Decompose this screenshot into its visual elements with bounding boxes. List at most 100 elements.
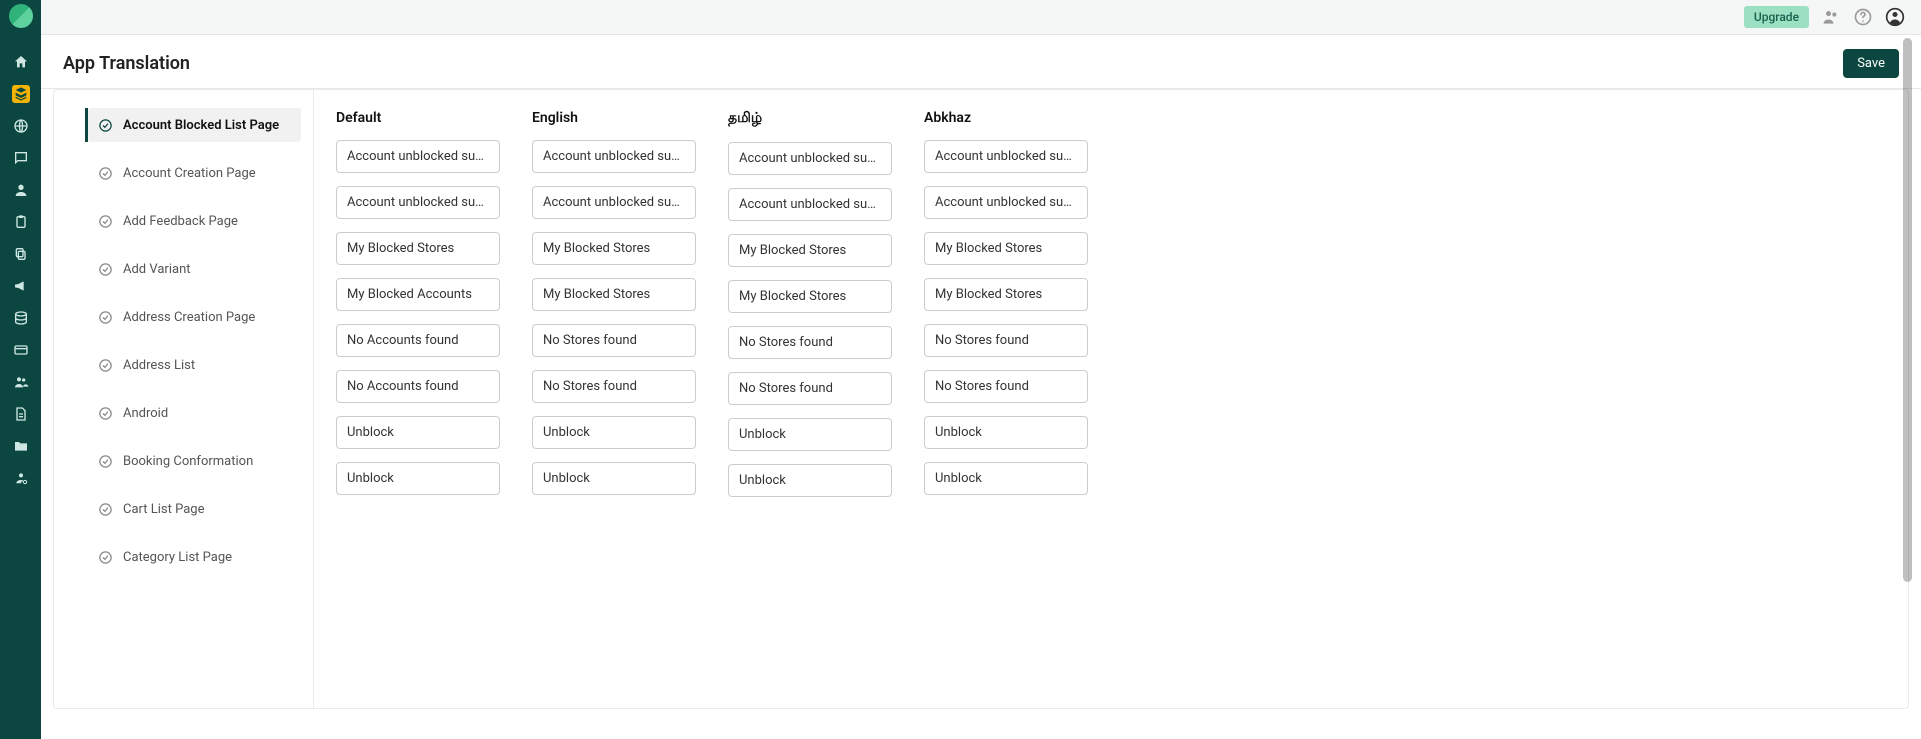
translation-input[interactable] [336,324,500,357]
translation-input[interactable] [728,464,892,497]
check-circle-icon [98,166,113,181]
lang-column-abkhaz: Abkhaz [924,110,1088,708]
translation-input[interactable] [728,326,892,359]
side-item-label: Address List [123,358,195,373]
side-item-cart-list[interactable]: Cart List Page [88,492,301,526]
page-categories-list: Account Blocked List Page Account Creati… [54,90,314,708]
upgrade-button[interactable]: Upgrade [1744,6,1809,28]
translation-input[interactable] [728,188,892,221]
translation-input[interactable] [336,278,500,311]
check-circle-icon [98,502,113,517]
nav-database[interactable] [0,302,41,334]
side-item-address-list[interactable]: Address List [88,348,301,382]
translation-input[interactable] [728,142,892,175]
nav-user[interactable] [0,174,41,206]
side-item-label: Category List Page [123,550,232,565]
translation-input[interactable] [728,234,892,267]
translation-input[interactable] [532,462,696,495]
side-item-add-feedback[interactable]: Add Feedback Page [88,204,301,238]
lang-header: Abkhaz [924,110,1088,126]
translation-input[interactable] [924,186,1088,219]
translation-input[interactable] [532,416,696,449]
side-item-add-variant[interactable]: Add Variant [88,252,301,286]
translation-input[interactable] [532,278,696,311]
help-icon [1853,7,1873,27]
translation-input[interactable] [336,140,500,173]
card-icon [13,342,29,358]
nav-users[interactable] [0,366,41,398]
lang-column-english: English [532,110,696,708]
page-header: App Translation Save [41,35,1921,89]
nav-globe[interactable] [0,110,41,142]
translation-input[interactable] [532,140,696,173]
apps-icon [13,86,29,102]
side-item-address-creation[interactable]: Address Creation Page [88,300,301,334]
translation-input[interactable] [336,370,500,403]
side-item-label: Add Feedback Page [123,214,238,229]
lang-column-tamil: தமிழ் [728,110,892,708]
account-menu[interactable] [1885,7,1905,27]
translation-input[interactable] [336,416,500,449]
translation-input[interactable] [532,370,696,403]
clipboard-icon [13,214,29,230]
check-circle-icon [98,454,113,469]
side-item-account-blocked-list[interactable]: Account Blocked List Page [88,108,301,142]
translation-input[interactable] [728,372,892,405]
file-icon [13,406,29,422]
translation-input[interactable] [924,232,1088,265]
translation-input[interactable] [532,186,696,219]
translation-input[interactable] [924,140,1088,173]
translation-input[interactable] [924,278,1088,311]
translation-input[interactable] [532,324,696,357]
check-circle-icon [98,214,113,229]
check-circle-icon [98,550,113,565]
megaphone-icon [13,278,29,294]
invite-users-button[interactable] [1821,7,1841,27]
translation-input[interactable] [728,280,892,313]
folder-icon [13,438,29,454]
nav-copy[interactable] [0,238,41,270]
side-item-label: Add Variant [123,262,191,277]
side-item-label: Account Blocked List Page [123,118,279,133]
translation-input[interactable] [924,416,1088,449]
nav-chat[interactable] [0,142,41,174]
translation-input[interactable] [924,370,1088,403]
translation-input[interactable] [924,324,1088,357]
nav-clipboard[interactable] [0,206,41,238]
scrollbar[interactable] [1903,38,1912,736]
nav-card[interactable] [0,334,41,366]
side-item-android[interactable]: Android [88,396,301,430]
check-circle-icon [98,118,113,133]
side-item-label: Android [123,406,168,421]
translation-input[interactable] [336,462,500,495]
translation-input[interactable] [728,418,892,451]
users-group-icon [1821,7,1841,27]
users-icon [13,374,29,390]
nav-apps[interactable] [0,78,41,110]
nav-megaphone[interactable] [0,270,41,302]
scroll-thumb[interactable] [1903,38,1912,582]
help-button[interactable] [1853,7,1873,27]
nav-folder[interactable] [0,430,41,462]
translation-input[interactable] [532,232,696,265]
nav-home[interactable] [0,46,41,78]
translation-panel: Account Blocked List Page Account Creati… [53,89,1909,709]
side-item-account-creation[interactable]: Account Creation Page [88,156,301,190]
translation-input[interactable] [336,186,500,219]
home-icon [13,54,29,70]
page-title: App Translation [63,53,190,74]
save-button[interactable]: Save [1843,49,1899,78]
side-item-label: Cart List Page [123,502,204,517]
top-bar: Upgrade [41,0,1921,35]
lang-header: Default [336,110,500,126]
translation-columns: Default English [314,90,1088,708]
side-item-booking-conformation[interactable]: Booking Conformation [88,444,301,478]
nav-settings-user[interactable] [0,462,41,494]
translation-input[interactable] [924,462,1088,495]
nav-file[interactable] [0,398,41,430]
side-item-label: Booking Conformation [123,454,253,469]
copy-icon [13,246,29,262]
side-item-category-list[interactable]: Category List Page [88,540,301,574]
side-item-label: Account Creation Page [123,166,256,181]
translation-input[interactable] [336,232,500,265]
